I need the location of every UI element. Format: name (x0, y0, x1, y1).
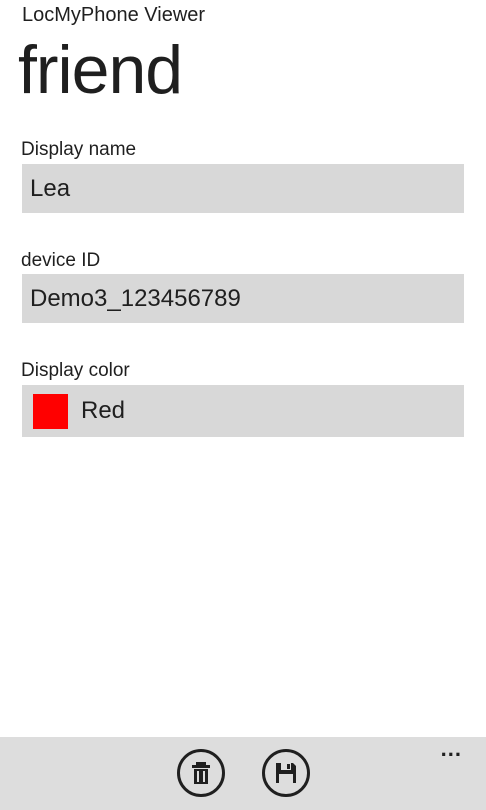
color-name: Red (81, 397, 126, 424)
more-options-button[interactable]: ... (441, 738, 462, 760)
app-bar: ... (0, 737, 486, 810)
page-title: friend (18, 32, 183, 108)
display-color-label: Display color (21, 360, 130, 381)
device-id-label: device ID (21, 250, 101, 271)
save-icon (276, 763, 296, 783)
app-title: LocMyPhone Viewer (22, 4, 206, 26)
display-color-picker[interactable]: Red (22, 385, 464, 437)
delete-icon (192, 762, 210, 784)
save-button[interactable] (262, 749, 310, 797)
delete-button[interactable] (177, 749, 225, 797)
friend-page: LocMyPhone Viewer friend Display name de… (0, 0, 486, 810)
device-id-input[interactable] (22, 274, 464, 323)
display-name-input[interactable] (22, 164, 464, 213)
color-swatch (33, 393, 68, 429)
display-name-label: Display name (21, 139, 137, 160)
